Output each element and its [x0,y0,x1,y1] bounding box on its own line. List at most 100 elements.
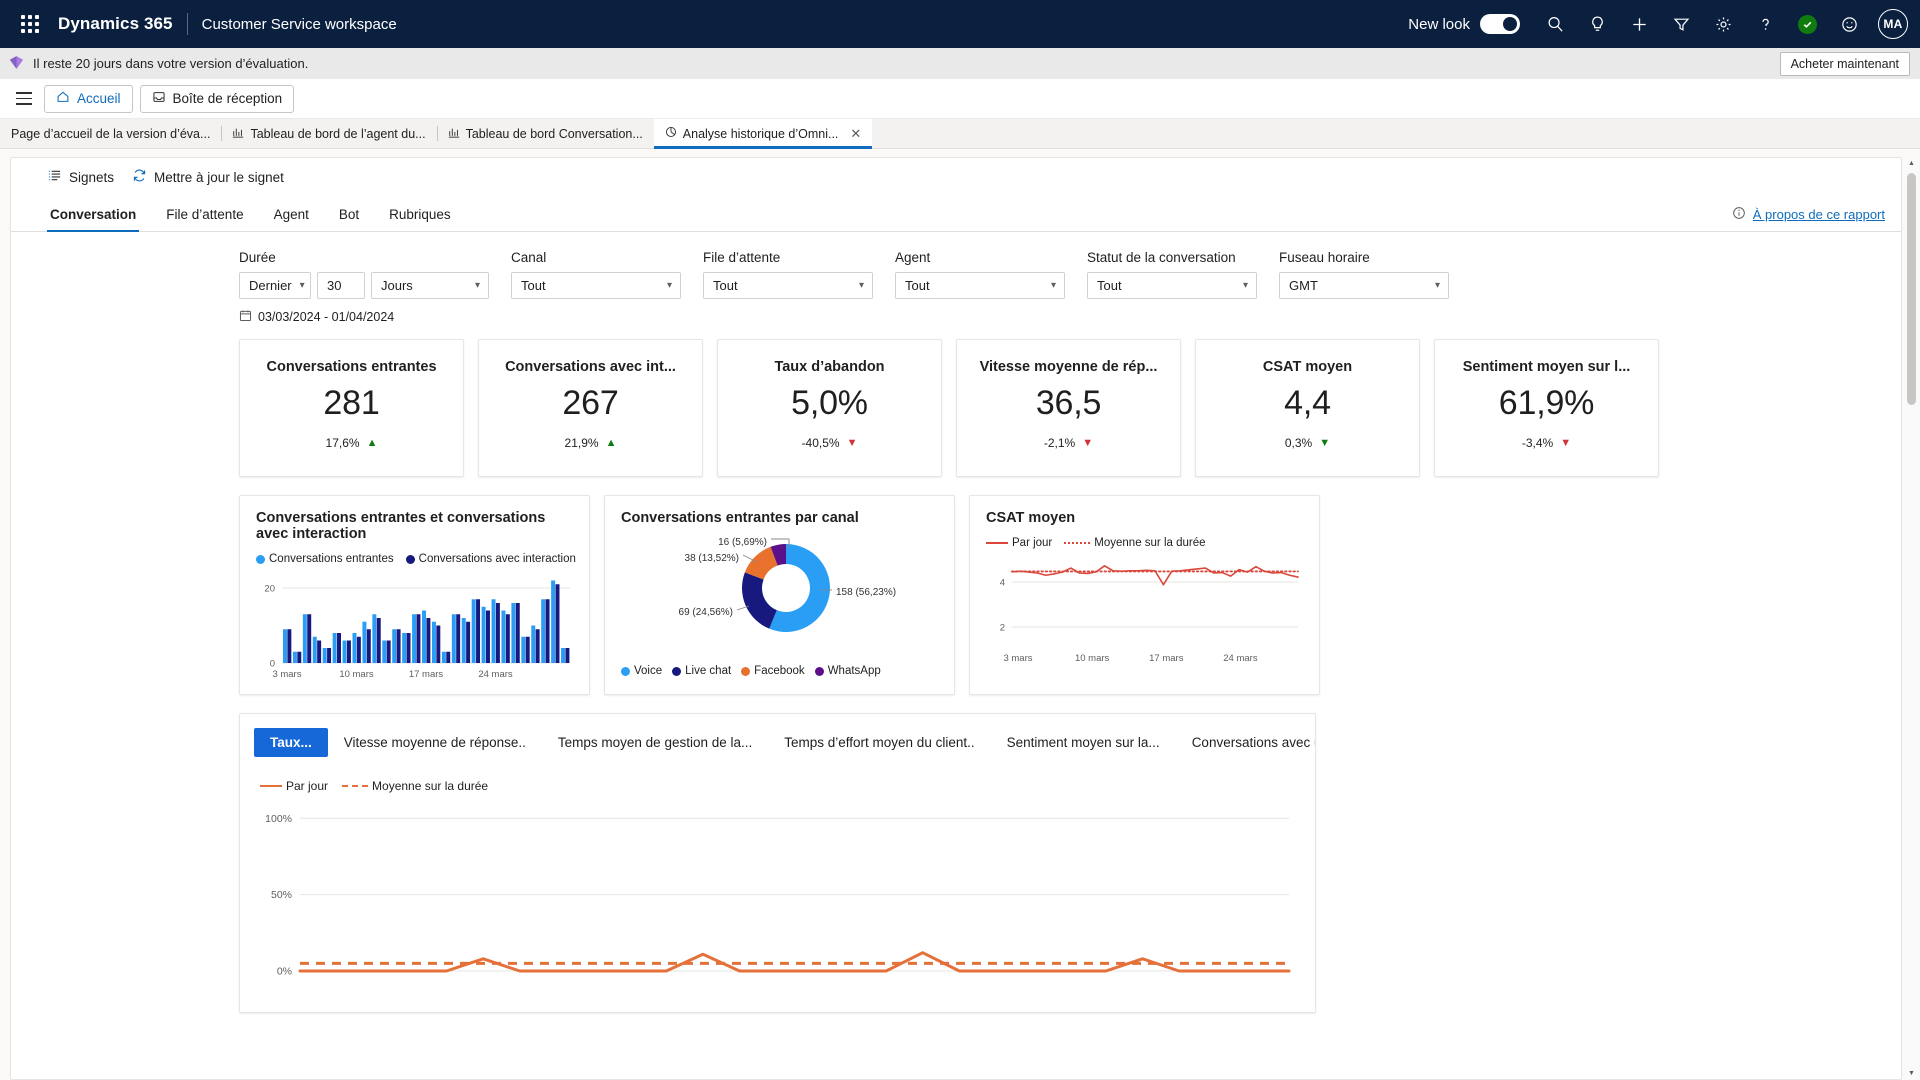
scrollbar-thumb[interactable] [1907,173,1916,405]
legend-item: Conversations avec interaction [405,553,576,565]
kpi-delta-value: -40,5% [801,436,840,450]
tab-file-dattente[interactable]: File d’attente [151,207,258,231]
tab-agent[interactable]: Agent [259,207,324,231]
legend-swatch [672,666,682,676]
top-bar-actions: New look MA [1408,4,1908,44]
kpi-title: Taux d’abandon [774,359,885,375]
nav-home-button[interactable]: Accueil [44,84,133,113]
channel-select[interactable]: Tout ▾ [511,272,681,299]
page-canvas: Signets Mettre à jour le signet Conversa… [0,149,1920,1080]
legend-item: Moyenne sur la durée [1064,537,1206,549]
brand-title[interactable]: Dynamics 365 [58,14,173,34]
duration-relative-select[interactable]: Dernier ▾ [239,272,311,299]
chart-card-csat-line[interactable]: CSAT moyen Par jour Moyenne sur la durée… [969,495,1320,695]
svg-text:100%: 100% [265,813,292,825]
lightbulb-icon[interactable] [1578,4,1616,44]
tab-bot[interactable]: Bot [324,207,374,231]
filter-queue-label: File d’attente [703,250,781,265]
timezone-select[interactable]: GMT ▾ [1279,272,1449,299]
kpi-delta: -40,5% ▼ [802,436,858,450]
svg-text:50%: 50% [271,889,292,901]
about-report-link[interactable]: À propos de ce rapport [1753,207,1885,222]
session-tab-0[interactable]: Page d’accueil de la version d’éva... [0,119,221,148]
plus-icon[interactable] [1620,4,1658,44]
kpi-card-conversations-avec-interaction[interactable]: Conversations avec int... 267 21,9% ▲ [478,339,703,477]
trend-up-icon: ▲ [366,436,378,449]
nav-home-label: Accueil [77,91,121,106]
search-icon[interactable] [1536,4,1574,44]
tab-rubriques[interactable]: Rubriques [374,207,466,231]
csat-chart-legend: Par jour Moyenne sur la durée [986,537,1303,549]
app-launcher-icon[interactable] [10,4,50,44]
trial-banner: Il reste 20 jours dans votre version d’é… [0,48,1920,79]
queue-value: Tout [713,278,738,293]
trend-down-icon: ▼ [1319,436,1331,449]
legend-label: Par jour [286,779,329,793]
filter-duration-label: Durée [239,250,276,265]
refresh-bookmark-button[interactable]: Mettre à jour le signet [132,168,284,186]
session-tab-1[interactable]: Tableau de bord de l’agent du... [221,119,436,148]
duration-amount-input[interactable]: 30 [317,272,365,299]
legend-item: Par jour [986,537,1052,549]
status-select[interactable]: Tout ▾ [1087,272,1257,299]
kpi-value: 4,4 [1284,384,1331,422]
kpi-value: 267 [562,384,619,422]
pivot-canal-secondaire[interactable]: Conversations avec un canal secondaire [1176,728,1315,757]
scroll-down-arrow[interactable]: ▼ [1905,1067,1918,1080]
agent-value: Tout [905,278,930,293]
help-icon[interactable] [1746,4,1784,44]
date-range-display: 03/03/2024 - 01/04/2024 [239,309,1901,325]
about-report: À propos de ce rapport [1732,206,1885,223]
svg-text:3 mars: 3 mars [272,669,301,680]
svg-text:20: 20 [264,584,275,595]
pivot-taux[interactable]: Taux... [254,728,328,757]
avatar[interactable]: MA [1878,9,1908,39]
top-navigation-bar: Dynamics 365 Customer Service workspace … [0,0,1920,48]
legend-swatch [621,666,630,676]
kpi-card-conversations-entrantes[interactable]: Conversations entrantes 281 17,6% ▲ [239,339,464,477]
filter-timezone-label: Fuseau horaire [1279,250,1370,265]
scroll-up-arrow[interactable]: ▲ [1905,157,1918,170]
gear-icon[interactable] [1704,4,1742,44]
filter-timezone: Fuseau horaire GMT ▾ [1279,250,1449,299]
smiley-icon[interactable] [1830,4,1868,44]
app-name-label[interactable]: Customer Service workspace [202,16,397,33]
pivot-sentiment-moyen[interactable]: Sentiment moyen sur la... [991,728,1176,757]
bar-chart-legend: Conversations entrantes Conversations av… [256,553,576,565]
duration-unit-select[interactable]: Jours ▾ [371,272,489,299]
svg-text:3 mars: 3 mars [1003,653,1032,664]
chart-card-donut[interactable]: Conversations entrantes par canal 158 (5… [604,495,955,695]
vertical-scrollbar[interactable]: ▲ ▼ [1905,157,1918,1080]
kpi-card-vitesse-moyenne-de-reponse[interactable]: Vitesse moyenne de rép... 36,5 -2,1% ▼ [956,339,1181,477]
kpi-card-taux-dabandon[interactable]: Taux d’abandon 5,0% -40,5% ▼ [717,339,942,477]
filter-status: Statut de la conversation Tout ▾ [1087,250,1257,299]
pivot-temps-moyen-gestion[interactable]: Temps moyen de gestion de la... [542,728,768,757]
session-tab-3[interactable]: Analyse historique d’Omni... ✕ [653,119,873,148]
new-look-toggle[interactable] [1480,14,1520,34]
session-tab-2[interactable]: Tableau de bord Conversation... [436,119,654,148]
kpi-card-sentiment-moyen[interactable]: Sentiment moyen sur l... 61,9% -3,4% ▼ [1434,339,1659,477]
dashboard-icon [232,126,244,141]
pivot-vitesse-moyenne[interactable]: Vitesse moyenne de réponse.. [328,728,542,757]
nav-inbox-button[interactable]: Boîte de réception [139,84,295,113]
bar-chart-plot: 20 03 mars 10 mars 17 mars 24 mars [264,580,570,680]
close-icon[interactable]: ✕ [850,126,861,142]
bookmarks-button[interactable]: Signets [47,168,114,186]
legend-line-solid [260,784,282,788]
tab-conversation[interactable]: Conversation [35,207,151,232]
buy-now-button[interactable]: Acheter maintenant [1779,51,1910,76]
legend-item: Par jour [260,779,328,793]
filter-icon[interactable] [1662,4,1700,44]
legend-label: Par jour [1012,537,1053,549]
legend-label: Conversations avec interaction [418,553,576,565]
status-check-icon[interactable] [1788,4,1826,44]
kpi-card-csat-moyen[interactable]: CSAT moyen 4,4 0,3% ▼ [1195,339,1420,477]
filter-status-label: Statut de la conversation [1087,250,1236,265]
agent-select[interactable]: Tout ▾ [895,272,1065,299]
menu-icon[interactable] [8,83,40,115]
chart-card-bar[interactable]: Conversations entrantes et conversations… [239,495,590,695]
queue-select[interactable]: Tout ▾ [703,272,873,299]
pivot-temps-effort-client[interactable]: Temps d’effort moyen du client.. [768,728,990,757]
kpi-delta: -2,1% ▼ [1044,436,1093,450]
new-look-label: New look [1408,15,1470,33]
